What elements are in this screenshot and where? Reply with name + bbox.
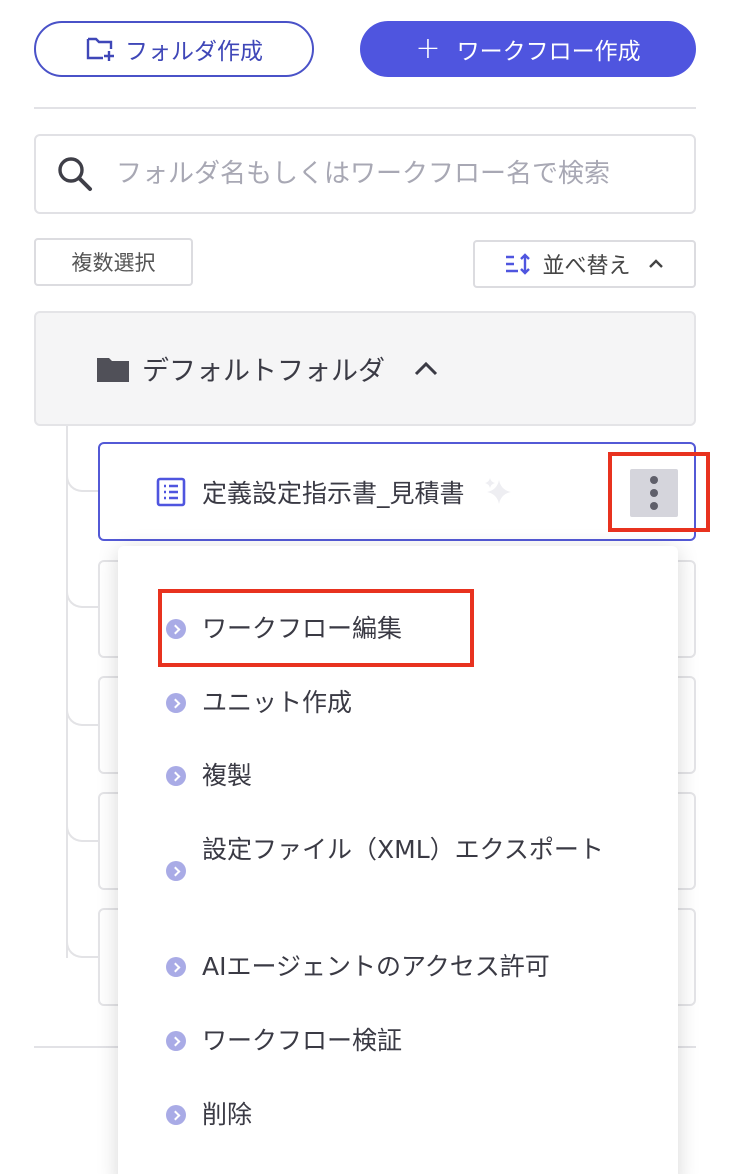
search-input[interactable] bbox=[116, 159, 676, 189]
chevron-circle-right-icon bbox=[166, 619, 186, 639]
sort-label: 並べ替え bbox=[542, 254, 631, 279]
create-workflow-label: ワークフロー作成 bbox=[456, 39, 641, 65]
folder-header[interactable]: デフォルトフォルダ bbox=[34, 311, 696, 426]
menu-item-label: ユニット作成 bbox=[202, 688, 353, 717]
chevron-circle-right-icon bbox=[166, 1031, 186, 1051]
workflow-item[interactable]: 定義設定指示書_見積書 bbox=[98, 442, 696, 541]
menu-item-label: ワークフロー編集 bbox=[202, 614, 403, 643]
sort-icon bbox=[504, 252, 532, 276]
chevron-circle-right-icon bbox=[166, 957, 186, 977]
tree-branch bbox=[66, 918, 100, 958]
tree-branch bbox=[66, 686, 100, 726]
menu-item-label: 複製 bbox=[202, 761, 253, 790]
menu-item-duplicate[interactable]: 複製 bbox=[166, 755, 626, 797]
tree-branch bbox=[66, 568, 100, 608]
more-vertical-icon bbox=[650, 489, 658, 497]
chevron-circle-right-icon bbox=[166, 693, 186, 713]
menu-item-create-unit[interactable]: ユニット作成 bbox=[166, 682, 626, 724]
more-options-button[interactable] bbox=[630, 469, 678, 517]
document-list-icon bbox=[156, 477, 186, 507]
folder-icon bbox=[96, 355, 130, 383]
menu-item-export-xml[interactable]: 設定ファイル（XML）エクスポート bbox=[166, 829, 626, 881]
more-vertical-icon bbox=[650, 476, 658, 484]
chevron-circle-right-icon bbox=[166, 861, 186, 881]
plus-icon: + bbox=[415, 31, 441, 66]
menu-item-validate-workflow[interactable]: ワークフロー検証 bbox=[166, 1020, 626, 1062]
chevron-circle-right-icon bbox=[166, 1105, 186, 1125]
more-vertical-icon bbox=[650, 502, 658, 510]
tree-branch bbox=[66, 802, 100, 842]
sparkle-icon bbox=[483, 476, 515, 508]
tree-branch bbox=[66, 452, 100, 492]
menu-item-label: 設定ファイル（XML）エクスポート bbox=[202, 835, 604, 864]
menu-item-delete[interactable]: 削除 bbox=[166, 1094, 626, 1136]
workflow-name: 定義設定指示書_見積書 bbox=[202, 478, 465, 508]
top-divider bbox=[34, 107, 696, 109]
folder-add-icon bbox=[85, 36, 125, 62]
menu-item-label: 削除 bbox=[202, 1100, 253, 1129]
search-box[interactable] bbox=[34, 134, 696, 214]
create-workflow-button[interactable]: + ワークフロー作成 bbox=[360, 21, 696, 77]
menu-item-edit-workflow[interactable]: ワークフロー編集 bbox=[166, 608, 626, 650]
search-icon bbox=[56, 155, 116, 193]
multi-select-button[interactable]: 複数選択 bbox=[34, 238, 193, 286]
sort-button[interactable]: 並べ替え bbox=[473, 240, 696, 288]
chevron-up-icon bbox=[647, 258, 665, 270]
chevron-up-icon[interactable] bbox=[413, 361, 439, 377]
multi-select-label: 複数選択 bbox=[71, 251, 156, 275]
create-folder-label: フォルダ作成 bbox=[125, 39, 263, 65]
menu-item-ai-agent-access[interactable]: AIエージェントのアクセス許可 bbox=[166, 946, 626, 988]
menu-item-label: ワークフロー検証 bbox=[202, 1026, 403, 1055]
folder-name: デフォルトフォルダ bbox=[142, 356, 385, 387]
menu-item-label: AIエージェントのアクセス許可 bbox=[202, 952, 550, 981]
create-folder-button[interactable]: フォルダ作成 bbox=[34, 21, 314, 77]
context-menu: ワークフロー編集 ユニット作成 複製 設定ファイル（XML）エクスポート AIエ… bbox=[118, 546, 678, 1174]
chevron-circle-right-icon bbox=[166, 766, 186, 786]
